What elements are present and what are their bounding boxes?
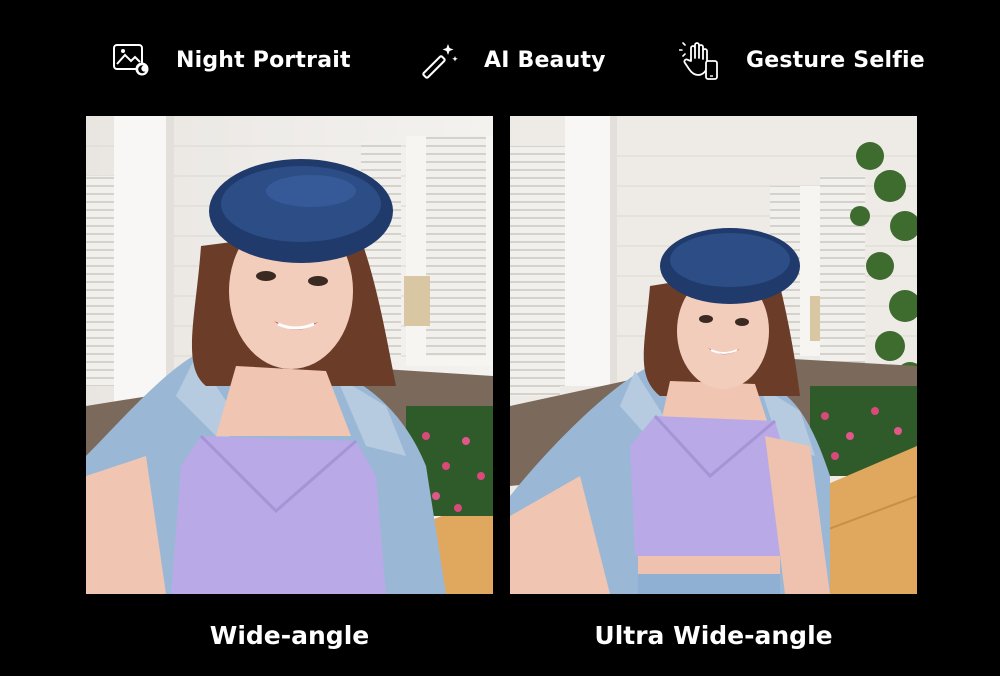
- feature-label: Night Portrait: [176, 47, 351, 73]
- magic-wand-icon: [416, 38, 460, 82]
- caption-wide-angle: Wide-angle: [209, 621, 370, 650]
- feature-ai-beauty: AI Beauty: [416, 38, 606, 82]
- ultra-wide-angle-photo: [510, 116, 917, 594]
- gesture-hand-icon: [678, 38, 722, 82]
- caption-ultra-wide-angle: Ultra Wide-angle: [594, 621, 833, 650]
- feature-night-portrait: Night Portrait: [108, 38, 351, 82]
- feature-row: Night Portrait AI Beauty Gesture Selfie: [0, 0, 1000, 116]
- feature-label: AI Beauty: [484, 47, 606, 73]
- feature-gesture-selfie: Gesture Selfie: [678, 38, 925, 82]
- feature-label: Gesture Selfie: [746, 47, 925, 73]
- wide-angle-photo: [86, 116, 493, 594]
- night-portrait-icon: [108, 38, 152, 82]
